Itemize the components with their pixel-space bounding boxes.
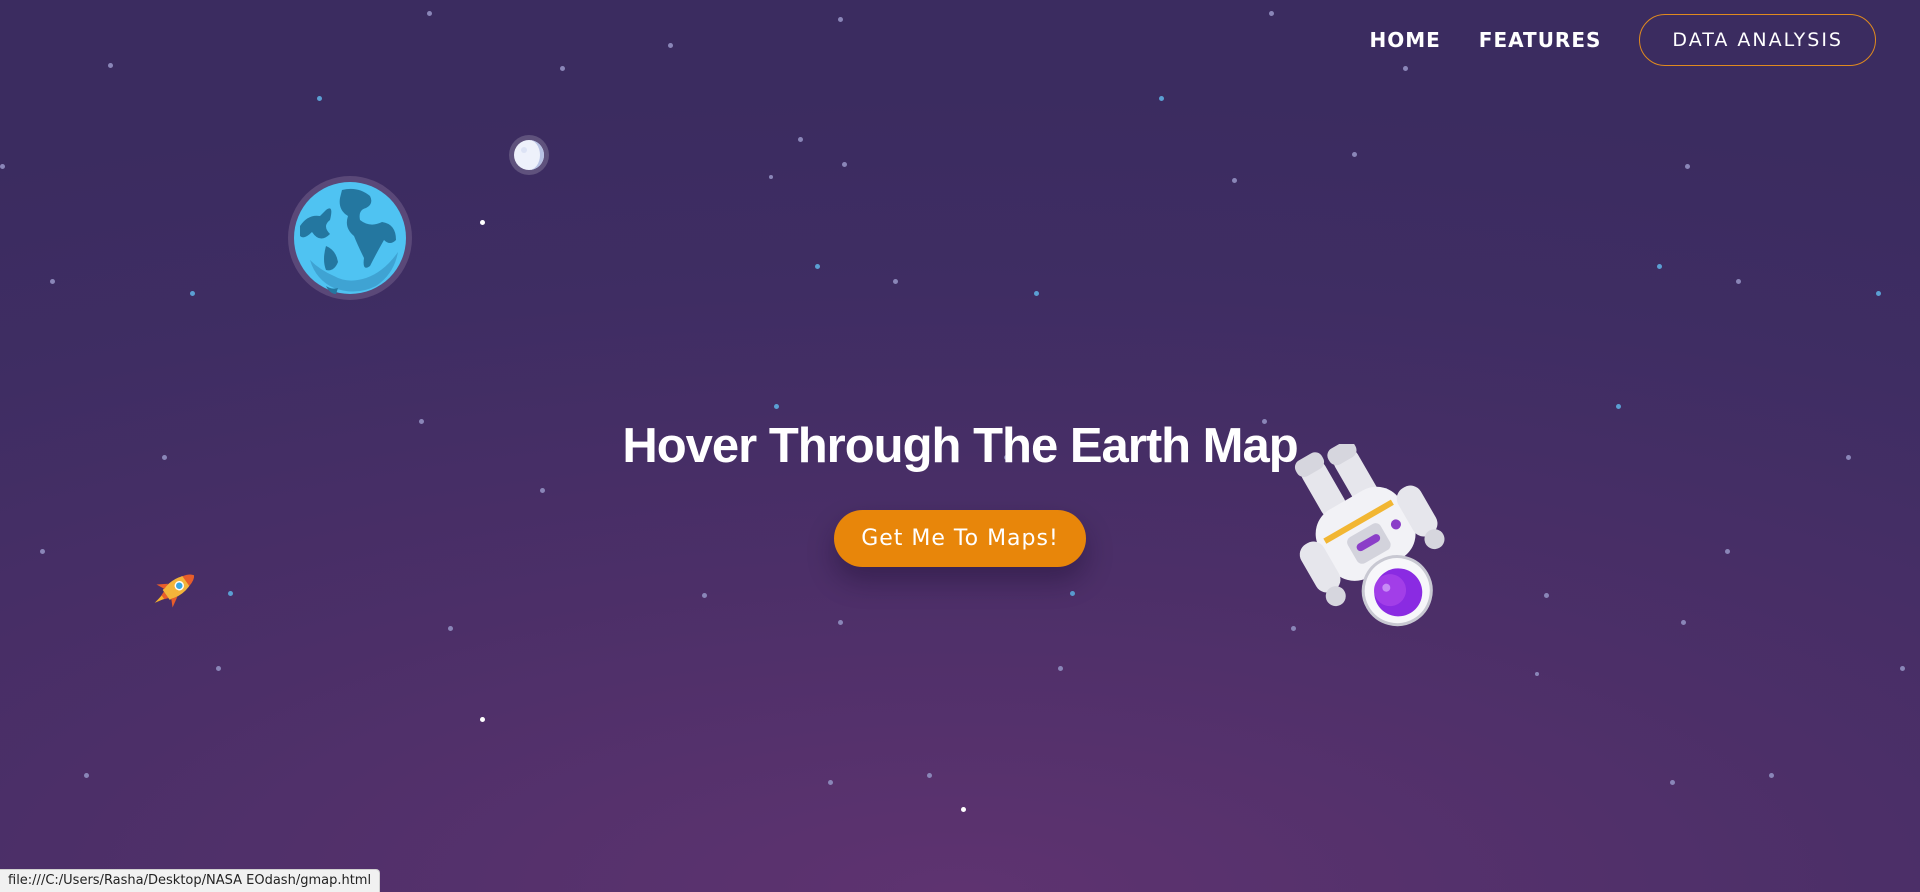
hero-section: Hover Through The Earth Map Get Me To Ma… — [0, 418, 1920, 567]
star-icon — [1352, 152, 1357, 157]
nav-link-home[interactable]: HOME — [1369, 28, 1440, 52]
star-icon — [838, 17, 843, 22]
star-icon — [702, 593, 707, 598]
star-icon — [815, 264, 820, 269]
star-icon — [1269, 11, 1274, 16]
star-icon — [1769, 773, 1774, 778]
star-icon — [838, 620, 843, 625]
data-analysis-button[interactable]: DATA ANALYSIS — [1639, 14, 1876, 66]
star-icon — [1058, 666, 1063, 671]
star-icon — [1232, 178, 1237, 183]
star-icon — [448, 626, 453, 631]
browser-status-url: file:///C:/Users/Rasha/Desktop/NASA EOda… — [0, 869, 381, 892]
star-icon — [798, 137, 803, 142]
get-me-to-maps-button[interactable]: Get Me To Maps! — [834, 510, 1086, 567]
star-icon — [1034, 291, 1039, 296]
star-icon — [0, 164, 5, 169]
star-icon — [769, 175, 773, 179]
star-icon — [427, 11, 432, 16]
star-icon — [1544, 593, 1549, 598]
star-icon — [842, 162, 847, 167]
star-icon — [893, 279, 898, 284]
nav-link-features[interactable]: FEATURES — [1479, 28, 1602, 52]
top-navigation: HOME FEATURES DATA ANALYSIS — [1369, 14, 1876, 66]
star-icon — [190, 291, 195, 296]
star-icon — [774, 404, 779, 409]
star-icon — [1535, 672, 1539, 676]
star-icon — [1657, 264, 1662, 269]
star-icon — [216, 666, 221, 671]
star-icon — [1876, 291, 1881, 296]
star-icon — [961, 807, 966, 812]
star-icon — [317, 96, 322, 101]
star-icon — [1070, 591, 1075, 596]
rocket-icon — [154, 574, 195, 608]
star-icon — [1616, 404, 1621, 409]
star-icon — [1681, 620, 1686, 625]
hero-title: Hover Through The Earth Map — [622, 419, 1298, 473]
star-icon — [84, 773, 89, 778]
star-icon — [480, 717, 485, 722]
star-icon — [228, 591, 233, 596]
star-icon — [1900, 666, 1905, 671]
star-icon — [1403, 66, 1408, 71]
star-icon — [1159, 96, 1164, 101]
star-icon — [108, 63, 113, 68]
star-icon — [1685, 164, 1690, 169]
star-icon — [560, 66, 565, 71]
star-icon — [927, 773, 932, 778]
moon-icon — [509, 135, 549, 175]
star-icon — [50, 279, 55, 284]
star-icon — [1670, 780, 1675, 785]
star-icon — [1736, 279, 1741, 284]
star-icon — [480, 220, 485, 225]
star-icon — [828, 780, 833, 785]
earth-planet-icon — [288, 176, 412, 300]
star-icon — [668, 43, 673, 48]
